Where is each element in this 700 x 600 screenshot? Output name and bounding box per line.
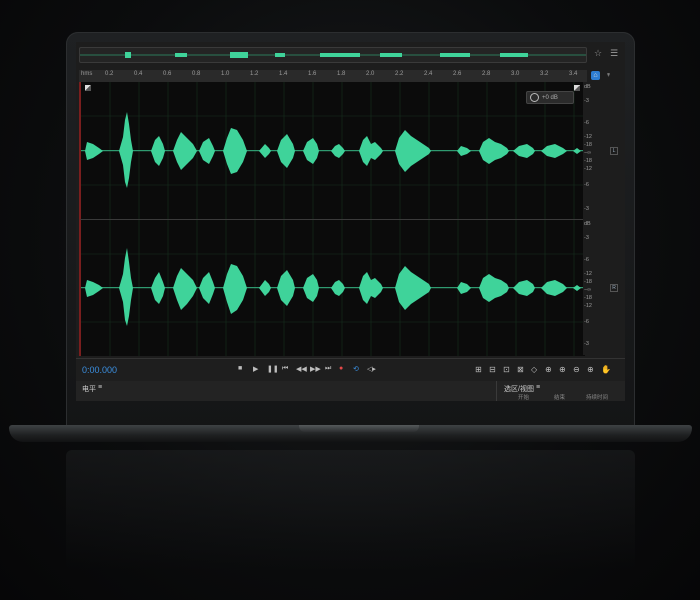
volume-control[interactable]: +0 dB: [526, 91, 574, 104]
zoom-out-amplitude-icon[interactable]: ⊟: [489, 365, 496, 374]
db-label: -12: [584, 303, 592, 309]
laptop-base: [9, 425, 692, 442]
ruler-label: 2.0: [366, 71, 375, 77]
db-scale-right: dB -3 -6 -12 -18 −∞ -18 -12 -6 -3: [583, 219, 593, 355]
loop-icon[interactable]: ⟲: [353, 365, 359, 373]
ruler-label: 3.2: [540, 71, 549, 77]
volume-value: +0 dB: [542, 94, 558, 101]
fade-out-handle-icon[interactable]: [574, 85, 580, 91]
db-scale-left: dB -3 -6 -12 -18 −∞ -18 -12 -6 -3: [583, 82, 593, 219]
db-label: -18: [584, 279, 592, 285]
ruler-label: 0.2: [105, 71, 114, 77]
column-header-duration: 持续时间: [586, 395, 609, 401]
waveform-right: [81, 248, 585, 326]
db-label: -12: [584, 134, 592, 140]
db-label: −∞: [584, 150, 592, 156]
ruler-label: 0.4: [134, 71, 143, 77]
laptop-reflection: [66, 450, 635, 570]
ruler-label: 2.2: [395, 71, 404, 77]
panel-divider: [496, 381, 497, 401]
panel-menu-icon[interactable]: ≡: [536, 384, 540, 391]
audio-editor-screen: ☆ ☰ hms 0.2 0.4 0.6 0.8 1.0 1.2 1.4 1.6 …: [76, 42, 625, 401]
channel-right-badge[interactable]: R: [610, 284, 618, 292]
ruler-label: 3.0: [511, 71, 520, 77]
transport-bar: 0:00.000 ■ ▶ ❚❚ ⏮ ◀◀ ▶▶ ⏭ ● ⟲ ◁▸ ⊞ ⊟ ⊡ ⊠…: [76, 358, 625, 381]
db-label: -6: [584, 182, 589, 188]
db-label: -3: [584, 98, 589, 104]
db-label: -6: [584, 257, 589, 263]
timecode-display[interactable]: 0:00.000: [82, 365, 117, 375]
waveform-track-right[interactable]: [79, 219, 585, 356]
zoom-to-selection-icon[interactable]: ◇: [531, 365, 537, 374]
snap-toggle-icon[interactable]: ⌂: [591, 71, 600, 80]
zoom-out-full-icon[interactable]: ⊖: [573, 365, 580, 374]
overview-waveform: [80, 52, 586, 58]
ruler-label: 1.4: [279, 71, 288, 77]
zoom-out-time-icon[interactable]: ⊠: [517, 365, 524, 374]
db-label: -18: [584, 158, 592, 164]
zoom-in-icon[interactable]: ⊕: [587, 365, 594, 374]
ruler-label: 2.6: [453, 71, 462, 77]
channel-label-column: L: [594, 82, 621, 219]
ruler-label: hms: [81, 71, 93, 77]
zoom-in-time-icon[interactable]: ⊡: [503, 365, 510, 374]
db-label: dB: [584, 221, 591, 227]
skip-forward-icon[interactable]: ⏭: [325, 365, 331, 373]
play-icon[interactable]: ▶: [253, 365, 258, 373]
column-header-end: 结束: [554, 395, 566, 401]
skip-back-icon[interactable]: ⏮: [282, 365, 288, 373]
channel-label-column: R: [594, 219, 621, 355]
db-label: -6: [584, 120, 589, 126]
zoom-in-left-icon[interactable]: ⊕: [545, 365, 552, 374]
knob-icon[interactable]: [530, 93, 539, 102]
levels-panel-title[interactable]: 电平: [82, 384, 96, 394]
db-label: -3: [584, 235, 589, 241]
db-label: −∞: [584, 287, 592, 293]
ruler-label: 1.2: [250, 71, 259, 77]
pause-icon[interactable]: ❚❚: [267, 365, 279, 373]
db-label: -3: [584, 341, 589, 347]
waveform-left: [81, 112, 585, 188]
ruler-label: 3.4: [569, 71, 578, 77]
db-label: -3: [584, 206, 589, 212]
column-header-start: 开始: [518, 395, 530, 401]
ruler-label: 2.8: [482, 71, 491, 77]
rewind-icon[interactable]: ◀◀: [296, 365, 307, 373]
panel-menu-icon[interactable]: ≡: [98, 384, 102, 391]
zoom-in-amplitude-icon[interactable]: ⊞: [475, 365, 482, 374]
pin-icon[interactable]: ♆: [604, 71, 613, 80]
fade-in-handle-icon[interactable]: [85, 85, 91, 91]
ruler-label: 0.6: [163, 71, 172, 77]
menu-icon[interactable]: ☰: [609, 48, 619, 58]
waveform-track-left[interactable]: [79, 82, 585, 219]
record-icon[interactable]: ●: [339, 365, 343, 372]
db-label: -18: [584, 295, 592, 301]
ruler-label: 1.8: [337, 71, 346, 77]
ruler-label: 1.0: [221, 71, 230, 77]
bottom-panels: 电平 ≡ 选区/视图 ≡ 开始 结束 持续时间: [76, 381, 625, 401]
laptop-notch: [299, 425, 419, 432]
ruler-label: 1.6: [308, 71, 317, 77]
db-label: -6: [584, 319, 589, 325]
db-label: dB: [584, 84, 591, 90]
db-label: -12: [584, 271, 592, 277]
overview-waveform-bar[interactable]: [79, 47, 587, 63]
fast-forward-icon[interactable]: ▶▶: [310, 365, 321, 373]
db-label: -12: [584, 166, 592, 172]
ruler-label: 2.4: [424, 71, 433, 77]
output-icon[interactable]: ◁▸: [367, 365, 376, 373]
db-label: -18: [584, 142, 592, 148]
zoom-in-right-icon[interactable]: ⊕: [559, 365, 566, 374]
hand-icon[interactable]: ✋: [601, 365, 611, 374]
ruler-label: 0.8: [192, 71, 201, 77]
channel-left-badge[interactable]: L: [610, 147, 618, 155]
star-icon[interactable]: ☆: [593, 48, 603, 58]
stop-icon[interactable]: ■: [238, 365, 242, 372]
